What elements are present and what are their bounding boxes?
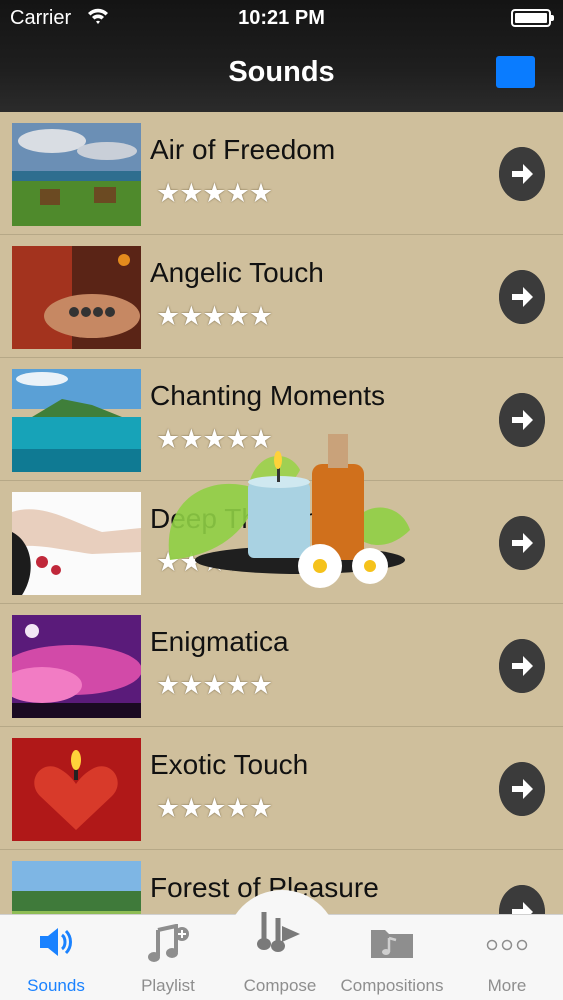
arrow-right-icon[interactable] [499,885,545,914]
rating-stars: ★★★★★ [156,301,273,331]
rating-stars: ★★★★★ [156,670,273,700]
tab-compose[interactable]: Compose [224,900,336,1000]
thumbnail-image [12,492,141,595]
tab-sounds[interactable]: Sounds [0,914,112,1000]
tab-label: More [487,976,527,995]
tab-label: Compose [243,976,317,995]
sound-title: Enigmatica [150,626,289,657]
sound-title: Chanting Moments [150,380,386,411]
music-note-plus-icon [148,924,189,962]
tab-label: Playlist [141,976,195,995]
rating-stars: ★★★★★ [156,178,273,208]
tab-compositions[interactable]: Compositions [336,914,448,1000]
arrow-right-icon[interactable] [499,639,545,693]
arrow-right-icon[interactable] [499,762,545,816]
nav-action-button[interactable] [496,56,535,88]
thumbnail-image [12,123,141,226]
list-item[interactable]: Air of Freedom ★★★★★ [0,112,563,235]
sound-title: Deep Thoughts [150,503,341,534]
list-item[interactable]: Chanting Moments ★★★★★ [0,358,563,481]
music-note-compose-icon [257,912,300,952]
battery-icon [511,9,554,27]
tab-label: Sounds [27,976,85,995]
thumbnail-image [12,246,141,349]
arrow-right-icon[interactable] [499,516,545,570]
list-item[interactable]: Angelic Touch ★★★★★ [0,235,563,358]
arrow-right-icon[interactable] [499,393,545,447]
rating-stars: ★★★★★ [156,424,273,454]
tab-more[interactable]: More [451,914,563,1000]
list-item[interactable]: Deep Thoughts ★★★★★ [0,481,563,604]
list-item[interactable]: Enigmatica ★★★★★ [0,604,563,727]
arrow-right-icon[interactable] [499,270,545,324]
sound-title: Angelic Touch [150,257,324,288]
clock: 10:21 PM [238,7,325,29]
tab-label: Compositions [340,976,444,995]
rating-stars: ★★★★★ [156,547,273,577]
list-item[interactable]: Exotic Touch ★★★★★ [0,727,563,850]
status-bar: Carrier 10:21 PM [0,0,563,38]
speaker-icon [40,928,72,956]
thumbnail-image [12,369,141,472]
thumbnail-image [12,615,141,718]
arrow-right-icon[interactable] [499,147,545,201]
sound-title: Exotic Touch [150,749,309,780]
navigation-bar: Carrier 10:21 PM Sounds [0,0,563,112]
folder-music-icon [371,930,413,958]
tab-playlist[interactable]: Playlist [112,914,224,1000]
rating-stars: ★★★★★ [156,793,273,823]
sound-title: Air of Freedom [150,134,336,165]
sounds-list[interactable]: Air of Freedom ★★★★★ Angelic Touch ★★★★★ [0,112,563,914]
page-title: Sounds [228,56,335,88]
thumbnail-image [12,738,141,841]
thumbnail-image [12,861,141,914]
ellipsis-icon [486,939,528,951]
